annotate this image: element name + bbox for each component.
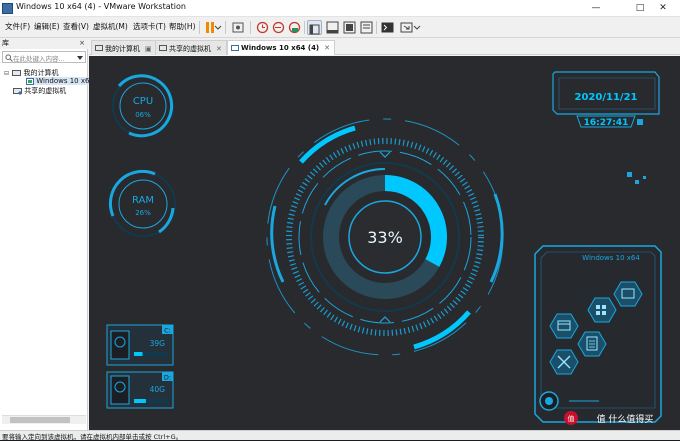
library-panel: 库 × 在此处键入内容... ⊟ 我的计算机 Windows 10 x64 共享…: [0, 38, 98, 430]
chevron-up-icon: [379, 316, 391, 323]
library-search-placeholder: 在此处键入内容...: [13, 55, 65, 63]
computer-icon: [95, 45, 103, 51]
menu-file[interactable]: 文件(F): [5, 21, 30, 32]
date-text: 2020/11/21: [575, 92, 638, 103]
menu-tabs[interactable]: 选项卡(T): [133, 21, 166, 32]
drive-d-widget: D: 40G: [106, 371, 174, 409]
show-library-icon[interactable]: [307, 20, 322, 35]
tree-label-my-computer: 我的计算机: [23, 69, 59, 77]
drive-c-size: 39G: [150, 339, 166, 348]
tree-collapse-icon[interactable]: ⊟: [4, 70, 10, 77]
vm-desktop[interactable]: CPU 06% RAM 26% 33% 2020/11/21 16:27:41 …: [89, 56, 680, 430]
unity-icon[interactable]: [359, 20, 374, 35]
shared-vm-icon: [159, 45, 167, 51]
control-panel-widget: Windows 10 x64: [534, 245, 662, 423]
vm-icon: [231, 45, 239, 51]
cpu-label: CPU: [133, 96, 153, 107]
drive-c-usage-bar: [134, 352, 143, 356]
toolbar-separator: [376, 21, 377, 34]
tree-item-shared[interactable]: 共享的虚拟机: [13, 86, 66, 96]
center-gauge-value: 33%: [367, 228, 403, 247]
search-icon: [5, 54, 13, 62]
drive-d-letter: D:: [164, 374, 171, 382]
snapshot-icon[interactable]: [255, 20, 270, 35]
tab-close-icon[interactable]: ▣: [145, 45, 152, 53]
toolbar-separator: [304, 21, 305, 34]
minimize-icon[interactable]: —: [579, 0, 613, 17]
ram-gauge: RAM 26%: [108, 169, 176, 237]
watermark-text: 值 什么值得买: [597, 413, 654, 425]
title-bar: Windows 10 x64 (4) - VMware Workstation …: [0, 0, 680, 17]
tab-close-icon[interactable]: ✕: [216, 45, 222, 53]
vm-icon: [26, 77, 34, 85]
menu-help[interactable]: 帮助(H): [169, 21, 196, 32]
drive-d-size: 40G: [150, 385, 166, 394]
menu-vm[interactable]: 虚拟机(M): [93, 21, 128, 32]
dropdown-arrow-icon[interactable]: [77, 55, 83, 61]
menu-edit[interactable]: 编辑(E): [34, 21, 60, 32]
drive-c-widget: C: 39G: [106, 324, 174, 366]
ram-label: RAM: [132, 195, 154, 206]
panel-title: Windows 10 x64: [582, 254, 640, 262]
tab-label: 共享的虚拟机: [169, 45, 211, 53]
send-keys-icon[interactable]: [231, 20, 246, 35]
console-icon[interactable]: [380, 20, 395, 35]
thumbnail-bar-icon[interactable]: [325, 20, 340, 35]
tab-label: Windows 10 x64 (4): [241, 44, 320, 52]
clock-widget: 2020/11/21 16:27:41: [552, 71, 660, 184]
chevron-down-icon[interactable]: [413, 20, 421, 35]
library-header: 库 ×: [0, 38, 88, 49]
hard-drive-icon: [110, 375, 130, 405]
tree-item-vm[interactable]: Windows 10 x64: [26, 77, 98, 85]
toolbar-separator: [199, 21, 200, 34]
tab-windows-vm[interactable]: Windows 10 x64 (4) ✕: [227, 40, 336, 55]
tab-my-computer[interactable]: 我的计算机 ▣: [91, 40, 157, 55]
drive-c-letter: C:: [164, 327, 171, 335]
center-gauge: 33%: [266, 118, 504, 356]
cpu-gauge: CPU 06%: [112, 74, 174, 138]
library-title: 库: [2, 39, 9, 47]
menu-bar: 文件(F) 编辑(E) 查看(V) 虚拟机(M) 选项卡(T) 帮助(H): [0, 17, 680, 38]
library-close-button[interactable]: ×: [79, 38, 85, 49]
vmware-window: Windows 10 x64 (4) - VMware Workstation …: [0, 0, 680, 441]
tree-label-shared: 共享的虚拟机: [24, 87, 67, 95]
scrollbar-thumb[interactable]: [10, 417, 70, 423]
menu-view[interactable]: 查看(V): [63, 21, 89, 32]
power-button-icon[interactable]: [539, 391, 559, 411]
tree-label-vm: Windows 10 x64: [36, 77, 94, 85]
status-bar: 要将输入定向到该虚拟机，请在虚拟机内部单击或按 Ctrl+G。: [0, 430, 680, 441]
tab-bar: 我的计算机 ▣ 共享的虚拟机 ✕ Windows 10 x64 (4) ✕: [89, 38, 680, 55]
vmware-app-icon: [2, 3, 13, 14]
tab-close-icon[interactable]: ✕: [324, 44, 330, 52]
ram-value: 26%: [135, 209, 151, 217]
time-text: 16:27:41: [584, 118, 629, 128]
vm-console[interactable]: CPU 06% RAM 26% 33% 2020/11/21 16:27:41 …: [89, 56, 680, 430]
stretch-icon[interactable]: [399, 20, 414, 35]
chevron-down-icon: [379, 151, 391, 158]
full-screen-icon[interactable]: [342, 20, 357, 35]
snapshot-manager-icon[interactable]: [287, 20, 302, 35]
tab-label: 我的计算机: [105, 45, 140, 53]
toolbar-separator: [225, 21, 226, 34]
hard-drive-icon: [110, 330, 130, 360]
close-icon[interactable]: ✕: [646, 0, 680, 17]
window-title: Windows 10 x64 (4) - VMware Workstation: [16, 2, 186, 11]
cpu-value: 06%: [135, 111, 151, 119]
svg-text:值: 值: [568, 414, 575, 423]
library-scrollbar[interactable]: [2, 415, 86, 424]
computer-icon: [12, 69, 22, 76]
library-search-input[interactable]: 在此处键入内容...: [2, 51, 86, 63]
tab-shared-vms[interactable]: 共享的虚拟机 ✕: [155, 40, 227, 55]
revert-snapshot-icon[interactable]: [271, 20, 286, 35]
chevron-down-icon[interactable]: [214, 20, 222, 35]
drive-d-usage-bar: [134, 399, 146, 403]
toolbar-separator: [250, 21, 251, 34]
shared-vm-icon: [13, 87, 22, 95]
